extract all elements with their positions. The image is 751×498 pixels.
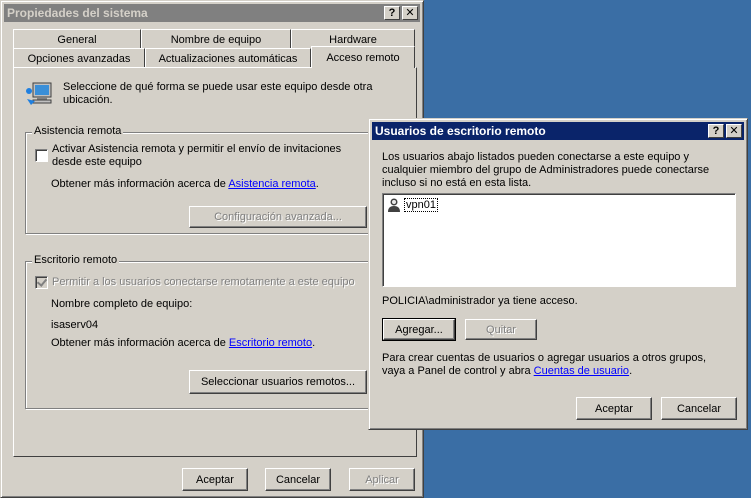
cancel-label: Cancelar bbox=[275, 473, 321, 486]
rdu-footer-suffix: . bbox=[629, 365, 633, 377]
cancel-button[interactable]: Cancelar bbox=[265, 468, 331, 491]
tab-nombre-label: Nombre de equipo bbox=[170, 33, 262, 46]
user-icon bbox=[386, 197, 402, 213]
users-listbox[interactable]: vpn01 bbox=[382, 193, 736, 287]
system-properties-titlebar[interactable]: Propiedades del sistema ? ✕ bbox=[4, 4, 420, 22]
access-note: POLICIA\administrador ya tiene acceso. bbox=[382, 295, 578, 307]
assist-link[interactable]: Asistencia remota bbox=[228, 178, 315, 190]
allow-remote-label: Permitir a los usuarios conectarse remot… bbox=[52, 276, 355, 288]
tab-opciones-avanzadas[interactable]: Opciones avanzadas bbox=[13, 48, 145, 68]
fullname-label: Nombre completo de equipo: bbox=[51, 298, 193, 310]
user-list-item[interactable]: vpn01 bbox=[386, 197, 438, 213]
add-button[interactable]: Agregar... bbox=[382, 318, 456, 341]
system-properties-window: Propiedades del sistema ? ✕ General Nomb… bbox=[0, 0, 424, 498]
advanced-config-label: Configuración avanzada... bbox=[214, 211, 342, 223]
remove-label: Quitar bbox=[486, 323, 516, 336]
desktop-more-info-suffix: . bbox=[312, 337, 316, 349]
allow-remote-checkbox[interactable] bbox=[35, 276, 48, 289]
close-button[interactable]: ✕ bbox=[402, 6, 418, 20]
tab-acceso-remoto[interactable]: Acceso remoto bbox=[311, 46, 415, 68]
help-button[interactable]: ? bbox=[384, 6, 400, 20]
desktop-more-info-prefix: Obtener más información acerca de bbox=[51, 337, 229, 349]
rdu-close-button[interactable]: ✕ bbox=[726, 124, 742, 138]
rdu-cancel-label: Cancelar bbox=[676, 402, 722, 415]
rdu-description: Los usuarios abajo listados pueden conec… bbox=[382, 151, 710, 189]
remove-button[interactable]: Quitar bbox=[465, 319, 537, 340]
rdu-help-button[interactable]: ? bbox=[708, 124, 724, 138]
ok-button[interactable]: Aceptar bbox=[182, 468, 248, 491]
rdu-title: Usuarios de escritorio remoto bbox=[375, 124, 546, 138]
tab-nombre-de-equipo[interactable]: Nombre de equipo bbox=[141, 29, 291, 49]
apply-label: Aplicar bbox=[365, 473, 399, 486]
computer-name-value: isaserv04 bbox=[51, 319, 99, 331]
assist-group-label: Asistencia remota bbox=[32, 125, 124, 137]
intro-text: Seleccione de qué forma se puede usar es… bbox=[63, 81, 373, 106]
assist-more-info: Obtener más información acerca de Asiste… bbox=[51, 178, 319, 190]
remote-desktop-users-dialog: Usuarios de escritorio remoto ? ✕ Los us… bbox=[368, 118, 748, 430]
assist-checkbox[interactable] bbox=[35, 149, 48, 162]
tab-acceso-label: Acceso remoto bbox=[326, 51, 400, 64]
rdu-ok-button[interactable]: Aceptar bbox=[576, 397, 652, 420]
apply-button[interactable]: Aplicar bbox=[349, 468, 415, 491]
add-label: Agregar... bbox=[395, 323, 443, 336]
window-title: Propiedades del sistema bbox=[7, 6, 148, 20]
tab-actualizaciones-label: Actualizaciones automáticas bbox=[158, 52, 298, 65]
remote-computer-icon bbox=[25, 79, 57, 111]
rdu-ok-label: Aceptar bbox=[595, 402, 633, 415]
assist-more-info-suffix: . bbox=[315, 178, 319, 190]
desktop-more-info: Obtener más información acerca de Escrit… bbox=[51, 337, 315, 349]
tab-general[interactable]: General bbox=[13, 29, 141, 49]
ok-label: Aceptar bbox=[196, 473, 234, 486]
desktop-link[interactable]: Escritorio remoto bbox=[229, 337, 312, 349]
user-accounts-link[interactable]: Cuentas de usuario bbox=[534, 365, 629, 377]
select-users-label: Seleccionar usuarios remotos... bbox=[200, 376, 356, 388]
assist-checkbox-label[interactable]: Activar Asistencia remota y permitir el … bbox=[52, 143, 372, 169]
user-name: vpn01 bbox=[404, 198, 438, 212]
tab-actualizaciones[interactable]: Actualizaciones automáticas bbox=[145, 48, 311, 68]
tab-general-label: General bbox=[57, 33, 97, 46]
tab-hardware-label: Hardware bbox=[329, 33, 377, 46]
assist-more-info-prefix: Obtener más información acerca de bbox=[51, 178, 229, 190]
tab-opciones-label: Opciones avanzadas bbox=[27, 52, 131, 65]
select-users-button[interactable]: Seleccionar usuarios remotos... bbox=[189, 370, 367, 394]
rdu-footer: Para crear cuentas de usuarios o agregar… bbox=[382, 352, 732, 378]
advanced-config-button[interactable]: Configuración avanzada... bbox=[189, 206, 367, 228]
desktop-group-label: Escritorio remoto bbox=[32, 254, 120, 266]
rdu-cancel-button[interactable]: Cancelar bbox=[661, 397, 737, 420]
rdu-titlebar[interactable]: Usuarios de escritorio remoto ? ✕ bbox=[372, 122, 744, 140]
